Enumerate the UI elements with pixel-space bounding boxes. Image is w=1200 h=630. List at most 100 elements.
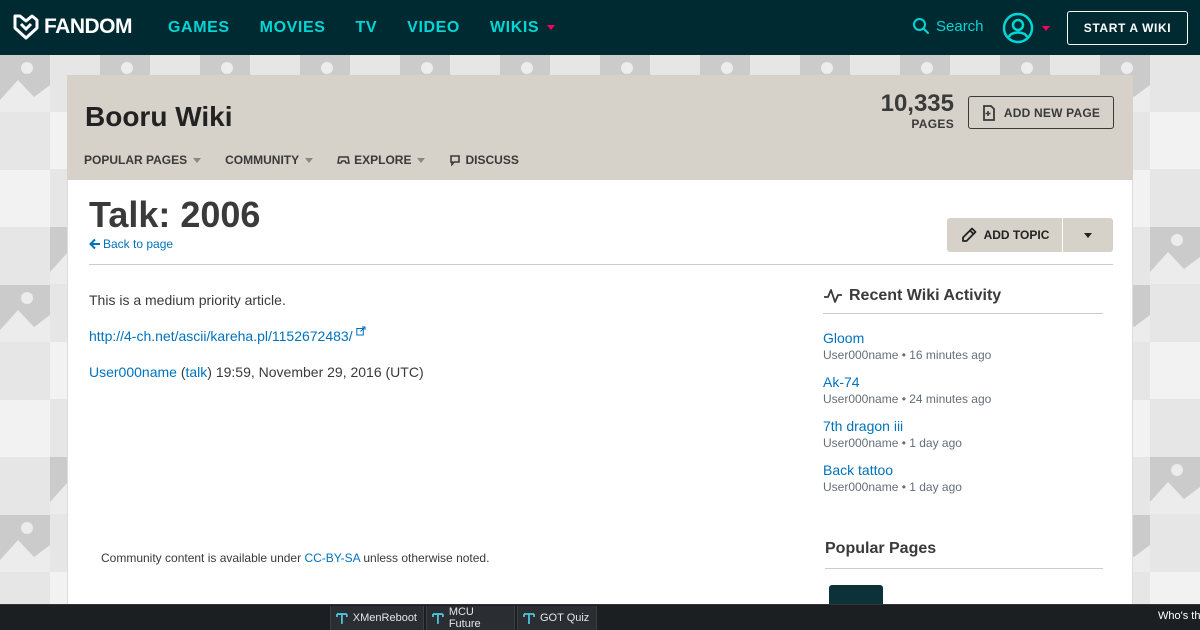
placeholder-image-icon [1150,342,1200,399]
wiki-nav-label: EXPLORE [354,153,412,167]
activity-meta: User000name • 1 day ago [823,436,962,450]
activity-meta: User000name • 16 minutes ago [823,348,992,362]
add-topic-label: ADD TOPIC [983,228,1050,242]
priority-text: This is a medium priority article. [89,292,286,308]
global-nav-links: GAMES MOVIES TV VIDEO WIKIS [168,0,585,55]
page-count: 10,335 PAGES [880,90,954,132]
global-navigation: FANDOM GAMES MOVIES TV VIDEO WIKIS Searc… [0,0,1200,55]
license-note: Community content is available under CC-… [101,551,489,565]
add-topic-button-group: ADD TOPIC [947,218,1113,252]
activity-page-link[interactable]: 7th dragon iii [823,418,1103,435]
placeholder-image-icon [0,400,50,457]
external-link-text: http://4-ch.net/ascii/kareha.pl/11526724… [89,328,353,344]
nav-link-tv[interactable]: TV [356,19,378,37]
activity-pulse-icon [824,289,842,303]
trending-tab-label: MCU Future [448,606,481,630]
arrow-left-icon [89,238,100,250]
trending-tab-label: XMenReboot [352,612,417,624]
user-avatar-icon [1002,12,1034,44]
chevron-down-icon [417,157,426,163]
back-to-page-link[interactable]: Back to page [89,237,173,251]
page-title: Talk: 2006 [89,194,261,235]
placeholder-image-icon [1150,457,1200,514]
fandom-logo[interactable]: FANDOM [12,13,133,41]
external-link-icon [355,326,366,336]
bottom-bar-ticker[interactable]: Who's th [1158,610,1200,622]
popular-pages: Popular Pages [825,540,1103,625]
logo-text: FANDOM [44,15,133,38]
trending-tab-mcu-future[interactable]: MCU Future [426,606,515,630]
add-topic-dropdown-toggle[interactable] [1063,218,1113,252]
list-item: Ak-74 User000name • 24 minutes ago [823,374,1103,406]
wiki-nav-community[interactable]: COMMUNITY [225,153,314,167]
page-count-number: 10,335 [880,90,954,117]
trending-tab-xmenreboot[interactable]: XMenReboot [330,606,424,630]
bottom-trending-bar: XMenReboot MCU Future GOT Quiz Who's th [0,604,1200,630]
chevron-down-icon [1084,232,1092,238]
trending-icon [432,613,444,624]
recent-activity-list: Gloom User000name • 16 minutes ago Ak-74… [823,330,1103,494]
user-link[interactable]: User000name [89,364,177,380]
wiki-nav-popular-pages[interactable]: POPULAR PAGES [84,153,202,167]
wiki-title[interactable]: Booru Wiki [85,101,233,133]
list-item: Back tattoo User000name • 1 day ago [823,462,1103,494]
activity-meta: User000name • 24 minutes ago [823,392,992,406]
nav-link-wikis[interactable]: WIKIS [489,18,556,37]
placeholder-image-icon [1150,112,1200,169]
placeholder-image-icon [1150,227,1200,284]
chevron-down-icon [547,25,556,30]
trending-icon [336,613,348,624]
placeholder-image-icon [0,170,50,227]
list-item: Gloom User000name • 16 minutes ago [823,330,1103,362]
trending-tab-got-quiz[interactable]: GOT Quiz [517,606,597,630]
license-link[interactable]: CC-BY-SA [304,551,360,565]
recent-wiki-activity: Recent Wiki Activity Gloom User000name •… [823,287,1103,506]
signature-timestamp: ) 19:59, November 29, 2016 (UTC) [207,364,424,380]
activity-page-link[interactable]: Gloom [823,330,1103,347]
nav-link-wikis-label: WIKIS [489,18,540,36]
nav-link-video[interactable]: VIDEO [407,19,460,37]
chevron-down-icon [305,157,314,163]
article-container: Talk: 2006 Back to page ADD TOPIC This i… [67,180,1133,630]
list-item: 7th dragon iii User000name • 1 day ago [823,418,1103,450]
wiki-navigation: POPULAR PAGES COMMUNITY EXPLORE DISCUSS [84,153,543,167]
recent-activity-title: Recent Wiki Activity [849,287,1002,304]
wiki-nav-label: DISCUSS [465,153,519,167]
add-new-page-label: ADD NEW PAGE [1003,105,1101,120]
activity-page-link[interactable]: Ak-74 [823,374,1103,391]
placeholder-image-icon [0,55,50,112]
nav-link-games[interactable]: GAMES [168,19,230,37]
search-label: Search [936,17,984,35]
nav-link-movies[interactable]: MOVIES [260,19,326,37]
speech-bubble-icon [450,155,461,166]
page-icon [983,104,995,121]
add-new-page-button[interactable]: ADD NEW PAGE [968,96,1114,129]
activity-page-link[interactable]: Back tattoo [823,462,1103,479]
article-body: This is a medium priority article. http:… [89,292,424,400]
wiki-nav-explore[interactable]: EXPLORE [337,153,426,167]
recent-activity-heading: Recent Wiki Activity [823,287,1103,314]
external-link-paragraph: http://4-ch.net/ascii/kareha.pl/11526724… [89,326,424,344]
external-link[interactable]: http://4-ch.net/ascii/kareha.pl/11526724… [89,326,366,344]
wiki-nav-discuss[interactable]: DISCUSS [449,153,519,167]
activity-meta: User000name • 1 day ago [823,480,962,494]
user-talk-link[interactable]: talk [186,364,208,380]
page-count-label: PAGES [911,117,954,131]
title-divider [89,264,1113,265]
search-icon [913,18,929,34]
chevron-down-icon [193,157,202,163]
wiki-nav-label: POPULAR PAGES [84,153,188,167]
placeholder-image-icon [0,285,50,342]
add-topic-button[interactable]: ADD TOPIC [947,218,1063,252]
popular-pages-heading: Popular Pages [825,540,1103,569]
pencil-icon [961,227,976,242]
wiki-nav-label: COMMUNITY [225,153,300,167]
back-to-page-label: Back to page [103,237,174,251]
user-menu[interactable] [1002,12,1050,44]
license-suffix: unless otherwise noted. [360,551,490,565]
license-prefix: Community content is available under [101,551,305,565]
start-a-wiki-button[interactable]: START A WIKI [1067,11,1188,45]
trending-tab-label: GOT Quiz [540,612,590,624]
search-button[interactable]: Search [912,17,984,35]
fandom-heart-icon [13,14,39,40]
